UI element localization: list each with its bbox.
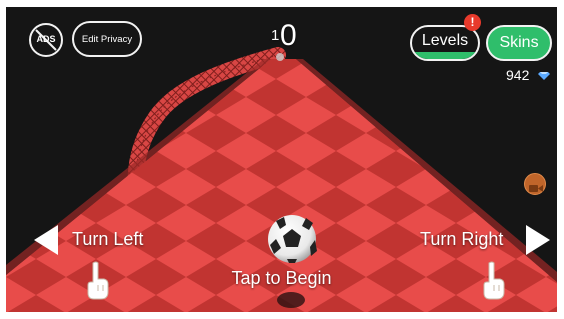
gem-count: 942 [506, 67, 530, 83]
skins-button[interactable]: Skins [486, 25, 552, 61]
edit-privacy-button[interactable]: Edit Privacy [72, 21, 142, 57]
game-screen[interactable]: ADS Edit Privacy 1 0 Levels ! Skins 942 [6, 7, 557, 312]
right-triangle-icon [526, 225, 550, 255]
diamond-icon [538, 68, 550, 80]
score-prefix: 1 [271, 27, 280, 44]
video-camera-icon [529, 180, 543, 192]
skins-label: Skins [499, 34, 539, 51]
tap-to-begin-label[interactable]: Tap to Begin [6, 268, 557, 289]
levels-label: Levels [421, 32, 469, 49]
ads-label: ADS [36, 34, 56, 44]
ball-shadow [277, 292, 305, 308]
turn-right-control[interactable]: Turn Right [420, 225, 554, 305]
turn-left-control[interactable]: Turn Left [34, 225, 164, 305]
left-triangle-icon [34, 225, 58, 255]
edit-privacy-label: Edit Privacy [81, 33, 133, 45]
video-reward-button[interactable] [524, 173, 546, 195]
levels-progress-bar [412, 52, 478, 59]
turn-right-label: Turn Right [420, 229, 504, 249]
levels-alert-badge: ! [464, 14, 481, 31]
no-ads-button[interactable]: ADS [29, 23, 63, 57]
turn-left-label: Turn Left [72, 229, 144, 249]
score: 0 [280, 19, 297, 52]
